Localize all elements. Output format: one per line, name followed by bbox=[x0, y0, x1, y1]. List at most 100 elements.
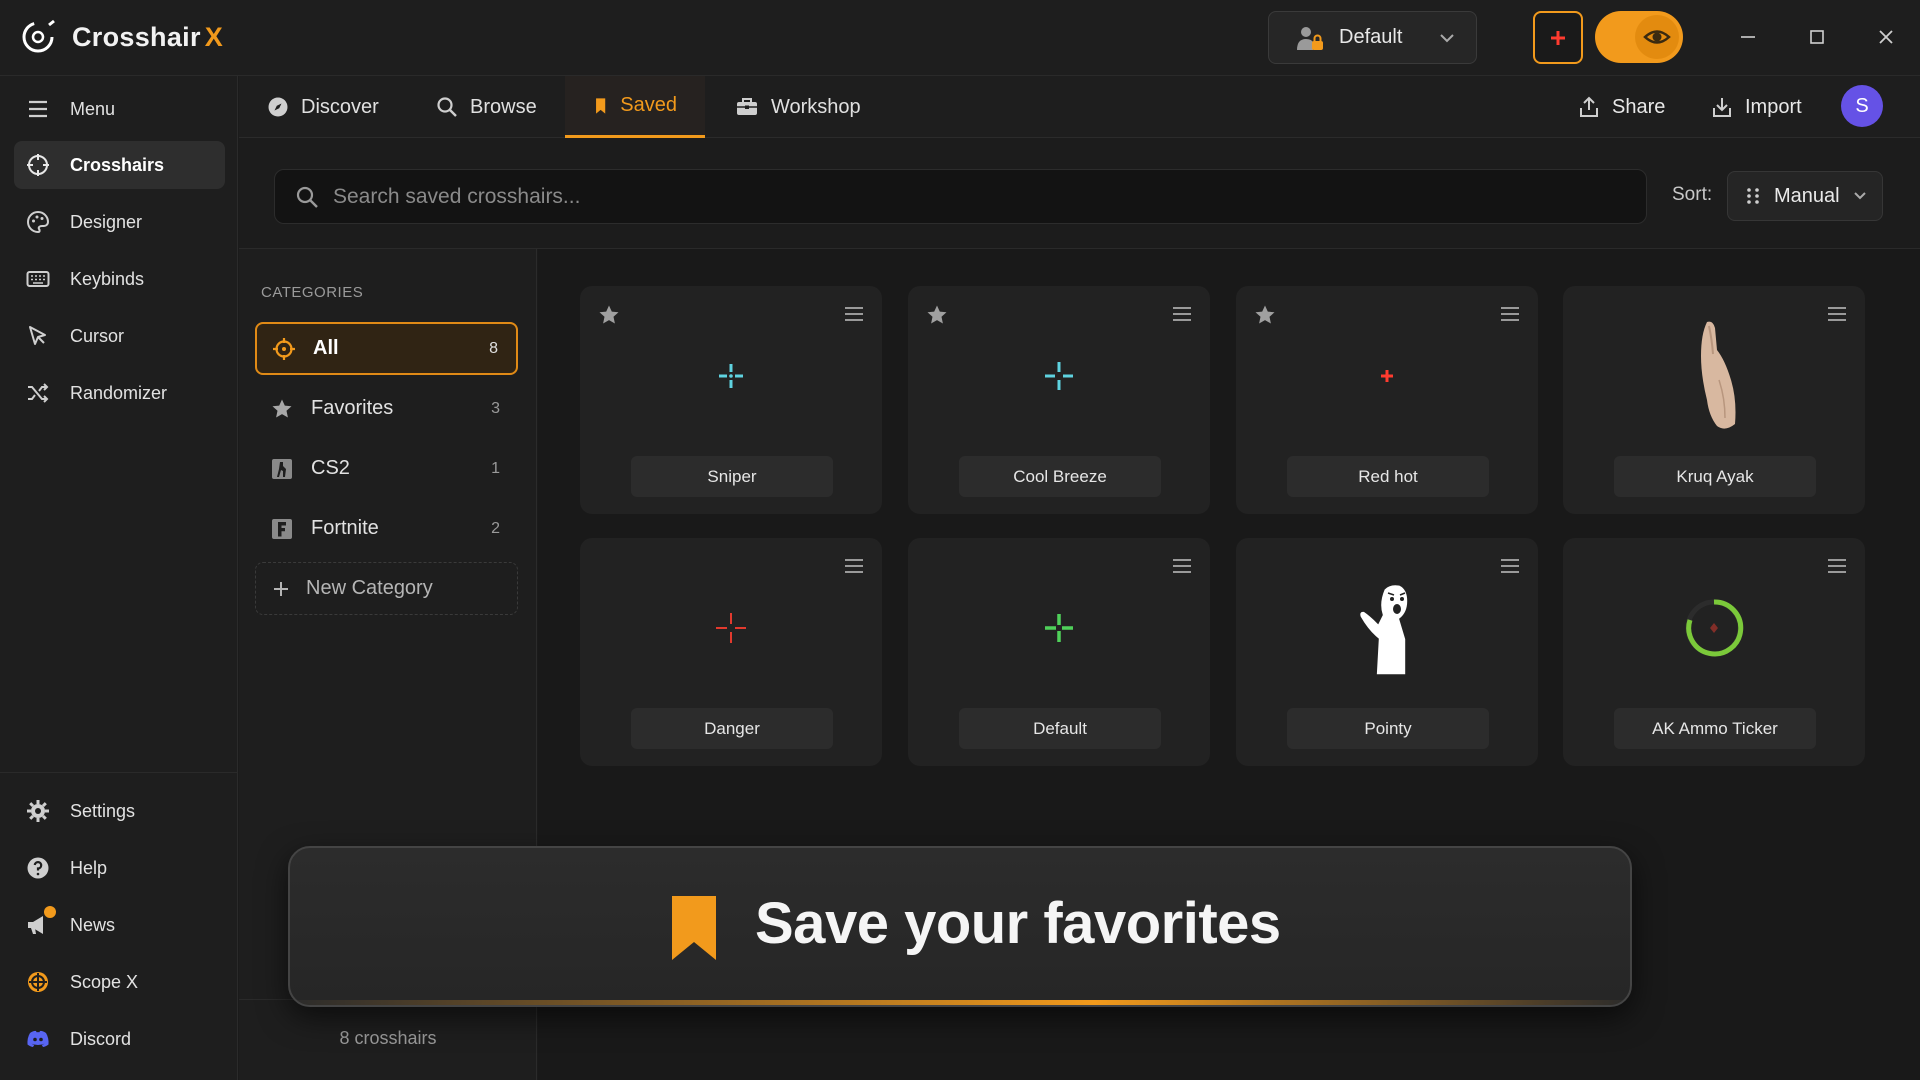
cursor-icon bbox=[29, 326, 46, 345]
crosshair-card-pointy[interactable]: Pointy bbox=[1236, 538, 1538, 766]
minimize-icon bbox=[1741, 36, 1755, 38]
import-button[interactable]: Import bbox=[1711, 76, 1802, 138]
category-cs2[interactable]: CS2 1 bbox=[255, 442, 518, 495]
sidebar-item-label: Crosshairs bbox=[70, 154, 165, 175]
share-button[interactable]: Share bbox=[1578, 76, 1665, 138]
crosshair-preview bbox=[908, 568, 1210, 688]
eye-icon bbox=[1643, 30, 1671, 44]
category-all[interactable]: All 8 bbox=[255, 322, 518, 375]
tab-saved[interactable]: Saved bbox=[565, 76, 705, 138]
sidebar-item-label: Keybinds bbox=[70, 268, 145, 289]
new-category-label: New Category bbox=[306, 577, 433, 599]
menu-button[interactable]: Menu bbox=[14, 85, 225, 133]
title-bar: Crosshair X Default bbox=[0, 0, 1920, 76]
crosshair-preview bbox=[1236, 568, 1538, 688]
crosshair-card-cool-breeze[interactable]: Cool Breeze bbox=[908, 286, 1210, 514]
maximize-button[interactable] bbox=[1800, 20, 1834, 54]
sort-dropdown[interactable]: Manual bbox=[1727, 171, 1883, 221]
crosshair-name: Pointy bbox=[1287, 708, 1489, 749]
bookmark-icon bbox=[672, 896, 716, 960]
search-input[interactable] bbox=[333, 170, 1633, 223]
crosshair-preview bbox=[580, 568, 882, 688]
compass-icon bbox=[268, 97, 288, 117]
help-icon bbox=[27, 857, 49, 879]
new-category-button[interactable]: New Category bbox=[255, 562, 518, 615]
crosshair-name: Default bbox=[959, 708, 1161, 749]
crosshair-card-kruq-ayak[interactable]: Kruq Ayak bbox=[1563, 286, 1865, 514]
profile-label: Default bbox=[1339, 26, 1403, 48]
toast-message: Save your favorites bbox=[755, 891, 1281, 956]
bookmark-icon bbox=[596, 97, 606, 114]
crosshair-name: AK Ammo Ticker bbox=[1614, 708, 1816, 749]
plus-icon bbox=[1551, 30, 1565, 45]
categories-header: CATEGORIES bbox=[261, 284, 364, 301]
sidebar-item-cursor[interactable]: Cursor bbox=[14, 312, 225, 360]
close-button[interactable] bbox=[1869, 20, 1903, 54]
crosshair-card-ak-ammo-ticker[interactable]: AK Ammo Ticker bbox=[1563, 538, 1865, 766]
crosshair-name: Sniper bbox=[631, 456, 833, 497]
tab-workshop[interactable]: Workshop bbox=[707, 76, 889, 138]
category-favorites[interactable]: Favorites 3 bbox=[255, 382, 518, 435]
crosshair-icon bbox=[27, 154, 49, 176]
plus-icon bbox=[274, 581, 288, 596]
crosshair-card-danger[interactable]: Danger bbox=[580, 538, 882, 766]
sidebar-item-designer[interactable]: Designer bbox=[14, 198, 225, 246]
profile-dropdown[interactable]: Default bbox=[1268, 11, 1477, 64]
user-avatar[interactable]: S bbox=[1841, 85, 1883, 127]
sidebar-item-label: Settings bbox=[70, 800, 136, 821]
crosshair-card-red-hot[interactable]: Red hot bbox=[1236, 286, 1538, 514]
sidebar-item-settings[interactable]: Settings bbox=[14, 787, 225, 835]
tab-label: Browse bbox=[470, 95, 537, 118]
toggle-knob bbox=[1635, 15, 1679, 59]
crosshair-preview bbox=[1236, 316, 1538, 436]
crosshair-name: Red hot bbox=[1287, 456, 1489, 497]
app-title: Crosshair X bbox=[72, 22, 223, 53]
palette-icon bbox=[27, 210, 50, 234]
crosshair-preview bbox=[1563, 316, 1865, 436]
category-fortnite[interactable]: Fortnite 2 bbox=[255, 502, 518, 555]
red-plus-icon bbox=[1381, 370, 1393, 382]
chevron-down-icon bbox=[1440, 34, 1454, 43]
sidebar-item-crosshairs[interactable]: Crosshairs bbox=[14, 141, 225, 189]
sidebar-item-help[interactable]: Help bbox=[14, 844, 225, 892]
sidebar-item-label: Discord bbox=[70, 1028, 132, 1049]
crosshair-icon bbox=[273, 337, 295, 360]
app-name-accent: X bbox=[204, 22, 224, 52]
overlay-toggle[interactable] bbox=[1595, 11, 1683, 63]
cyan-gap-cross-icon bbox=[1045, 362, 1073, 390]
close-icon bbox=[1879, 30, 1893, 44]
download-icon bbox=[1713, 98, 1731, 117]
minimize-button[interactable] bbox=[1731, 20, 1765, 54]
category-label: All bbox=[313, 337, 339, 359]
chevron-down-icon bbox=[1854, 192, 1866, 200]
app-name: Crosshair bbox=[72, 22, 201, 52]
crosshair-preview bbox=[908, 316, 1210, 436]
sidebar-item-label: Randomizer bbox=[70, 382, 168, 403]
fortnite-icon bbox=[272, 518, 292, 539]
sidebar-divider bbox=[0, 772, 238, 773]
add-crosshair-button[interactable] bbox=[1533, 11, 1583, 64]
tab-discover[interactable]: Discover bbox=[239, 76, 407, 138]
tab-label: Workshop bbox=[771, 95, 861, 118]
category-label: CS2 bbox=[311, 457, 350, 479]
sort-label: Sort: bbox=[1672, 184, 1713, 205]
import-label: Import bbox=[1745, 95, 1802, 118]
sidebar-item-scope-x[interactable]: Scope X bbox=[14, 958, 225, 1006]
search-box bbox=[274, 169, 1647, 224]
category-count: 2 bbox=[491, 519, 500, 537]
search-icon bbox=[296, 186, 318, 208]
crosshair-card-default[interactable]: Default bbox=[908, 538, 1210, 766]
sidebar-item-randomizer[interactable]: Randomizer bbox=[14, 369, 225, 417]
crosshair-card-sniper[interactable]: Sniper bbox=[580, 286, 882, 514]
sidebar-item-keybinds[interactable]: Keybinds bbox=[14, 255, 225, 303]
discord-icon bbox=[27, 1030, 49, 1047]
gear-icon bbox=[27, 800, 49, 822]
tab-browse[interactable]: Browse bbox=[408, 76, 565, 138]
cs2-icon bbox=[272, 458, 292, 479]
tab-label: Discover bbox=[301, 95, 379, 118]
sidebar-item-discord[interactable]: Discord bbox=[14, 1015, 225, 1063]
shuffle-icon bbox=[28, 383, 49, 403]
sidebar-item-news[interactable]: News bbox=[14, 901, 225, 949]
sidebar-item-label: News bbox=[70, 914, 116, 935]
category-count: 3 bbox=[491, 399, 500, 417]
